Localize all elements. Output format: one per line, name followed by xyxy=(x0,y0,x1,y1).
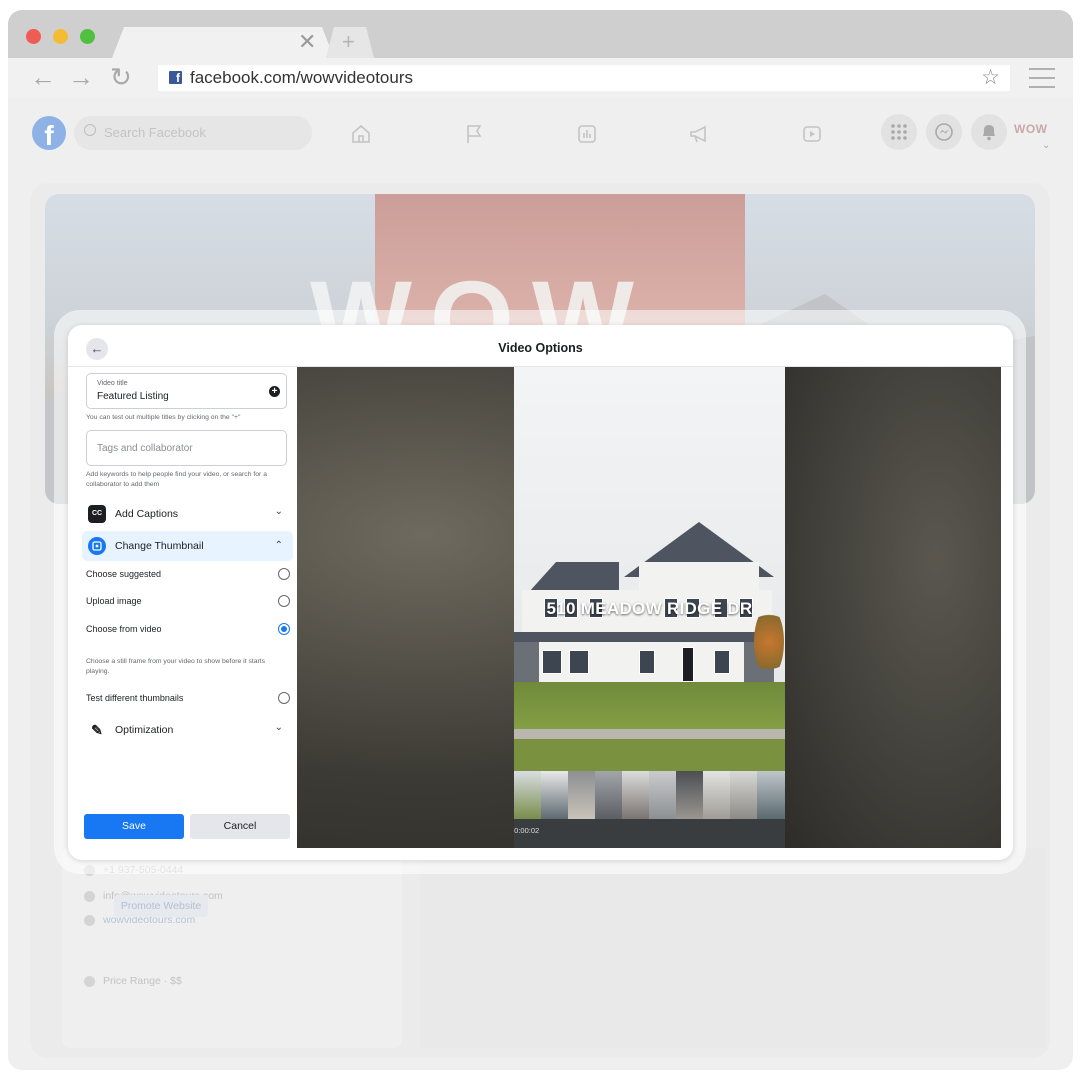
upload-image-radio[interactable] xyxy=(278,595,290,607)
options-panel: Video title Featured Listing + You can t… xyxy=(68,367,297,860)
filmstrip-frame[interactable] xyxy=(757,771,785,819)
globe-icon xyxy=(84,914,95,926)
notifications-bell-icon[interactable] xyxy=(971,114,1007,150)
filmstrip-frame[interactable] xyxy=(622,771,649,819)
captions-cc-icon: CC xyxy=(88,505,106,523)
tags-hint: Add keywords to help people find your vi… xyxy=(86,471,267,488)
video-frame: 510 MEADOW RIDGE DR 00:00:02 xyxy=(514,367,785,848)
filmstrip-frame[interactable] xyxy=(649,771,676,819)
property-address-overlay: 510 MEADOW RIDGE DR xyxy=(546,599,753,618)
title-hint: You can test out multiple titles by clic… xyxy=(86,414,241,421)
filmstrip-frame[interactable] xyxy=(595,771,622,819)
option-upload-image[interactable]: Upload image xyxy=(86,592,290,612)
contact-info-card: +1 937-505-0444 info@wowvideotours.com w… xyxy=(62,848,402,1048)
video-options-dialog: ← Video Options Video title Featured Lis… xyxy=(68,325,1013,860)
magic-wand-icon: ✎ xyxy=(91,722,103,738)
option-test-thumbnails[interactable]: Test different thumbnails xyxy=(86,689,290,709)
profile-avatar-logo[interactable]: WOW xyxy=(1014,122,1048,136)
dialog-title: Video Options xyxy=(498,341,583,355)
reload-icon[interactable]: ↻ xyxy=(110,63,132,91)
add-captions-label: Add Captions xyxy=(115,508,179,520)
menu-grid-icon[interactable] xyxy=(881,114,917,150)
chevron-up-icon: ⌃ xyxy=(274,540,283,551)
mail-icon xyxy=(84,890,95,902)
filmstrip-frame[interactable] xyxy=(703,771,730,819)
facebook-search-input[interactable]: Search Facebook xyxy=(74,116,312,150)
from-video-hint: Choose a still frame from your video to … xyxy=(86,658,266,675)
url-text[interactable]: facebook.com/wowvideotours xyxy=(190,68,413,88)
pages-flag-icon[interactable] xyxy=(463,123,485,145)
browser-menu-icon[interactable] xyxy=(1029,68,1055,95)
plus-icon: + xyxy=(342,29,355,54)
add-title-plus-icon[interactable]: + xyxy=(269,386,280,397)
back-arrow-icon[interactable]: ← xyxy=(30,63,56,91)
browser-tab[interactable]: ✕ xyxy=(112,27,334,58)
filmstrip-frame[interactable] xyxy=(676,771,703,819)
video-title-value[interactable]: Featured Listing xyxy=(97,391,169,402)
video-title-field[interactable]: Video title Featured Listing + xyxy=(86,373,287,409)
option-choose-suggested[interactable]: Choose suggested xyxy=(86,565,290,585)
close-tab-icon[interactable]: ✕ xyxy=(298,29,316,55)
close-window-button[interactable] xyxy=(26,29,41,44)
facebook-top-bar: f Search Facebook WOW ⌄ xyxy=(8,98,1073,166)
change-thumbnail-label: Change Thumbnail xyxy=(115,540,204,552)
filmstrip-frame[interactable] xyxy=(541,771,568,819)
upload-image-label: Upload image xyxy=(86,596,142,606)
choose-from-video-radio[interactable] xyxy=(278,623,290,635)
bookmark-star-icon[interactable]: ☆ xyxy=(981,65,1000,90)
front-lawn xyxy=(514,682,785,732)
search-placeholder: Search Facebook xyxy=(104,125,206,140)
thumbnail-icon xyxy=(88,537,106,555)
chevron-down-icon: ⌄ xyxy=(274,506,283,517)
maximize-window-button[interactable] xyxy=(80,29,95,44)
insights-chart-icon[interactable] xyxy=(576,123,598,145)
search-icon xyxy=(84,124,96,136)
filmstrip-frame[interactable] xyxy=(730,771,757,819)
price-range-text: Price Range · $$ xyxy=(103,975,182,987)
address-bar[interactable]: f facebook.com/wowvideotours ☆ xyxy=(158,65,1010,91)
option-choose-from-video[interactable]: Choose from video xyxy=(86,620,290,640)
optimization-section[interactable]: ✎ Optimization ⌄ xyxy=(82,715,293,745)
choose-suggested-radio[interactable] xyxy=(278,568,290,580)
front-lawn-lower xyxy=(514,739,785,771)
facebook-favicon-icon: f xyxy=(169,71,182,84)
video-frame-scrubber[interactable] xyxy=(514,771,785,819)
messenger-icon[interactable] xyxy=(926,114,962,150)
chevron-down-icon[interactable]: ⌄ xyxy=(1042,140,1050,151)
promote-website-button[interactable]: Promote Website xyxy=(114,895,208,917)
sidewalk xyxy=(514,729,785,739)
filmstrip-frame[interactable] xyxy=(514,771,541,819)
video-preview[interactable]: 510 MEADOW RIDGE DR 00:00:02 xyxy=(297,367,1001,848)
blurred-video-background-right xyxy=(785,367,1001,848)
tags-collaborator-input[interactable]: Tags and collaborator xyxy=(86,430,287,466)
tags-placeholder: Tags and collaborator xyxy=(97,443,193,454)
change-thumbnail-section[interactable]: Change Thumbnail ⌃ xyxy=(82,531,293,561)
video-play-icon[interactable] xyxy=(801,123,823,145)
forward-arrow-icon[interactable]: → xyxy=(68,63,94,91)
save-button[interactable]: Save xyxy=(84,814,184,839)
navigation-bar: ← → ↻ f facebook.com/wowvideotours ☆ xyxy=(8,58,1073,98)
facebook-logo-icon[interactable]: f xyxy=(32,116,66,150)
choose-suggested-label: Choose suggested xyxy=(86,569,162,579)
minimize-window-button[interactable] xyxy=(53,29,68,44)
price-icon xyxy=(84,975,95,987)
cancel-button[interactable]: Cancel xyxy=(190,814,290,839)
video-title-label: Video title xyxy=(97,380,128,387)
price-range-row: Price Range · $$ xyxy=(84,975,182,987)
test-thumbnails-label: Test different thumbnails xyxy=(86,693,184,703)
choose-from-video-label: Choose from video xyxy=(86,624,162,634)
test-thumbnails-radio[interactable] xyxy=(278,692,290,704)
timecode-text: 00:00:02 xyxy=(514,826,540,835)
optimization-label: Optimization xyxy=(115,724,174,736)
chevron-down-icon: ⌄ xyxy=(274,722,283,733)
filmstrip-frame[interactable] xyxy=(568,771,595,819)
new-tab-button[interactable]: + xyxy=(326,27,374,58)
right-column xyxy=(420,848,1045,1048)
add-captions-section[interactable]: CC Add Captions ⌄ xyxy=(82,499,293,529)
megaphone-icon[interactable] xyxy=(688,123,710,145)
home-icon[interactable] xyxy=(350,123,372,145)
timecode-bar: 00:00:02 xyxy=(514,819,785,848)
tab-bar: ✕ + xyxy=(8,10,1073,58)
